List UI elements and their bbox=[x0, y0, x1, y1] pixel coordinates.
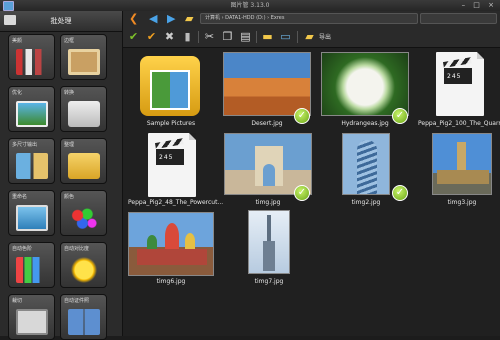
tile-crop[interactable]: 裁切 bbox=[8, 294, 55, 340]
tile-id-photo[interactable]: 自动证件照 bbox=[60, 294, 107, 340]
file-name: timg.jpg bbox=[255, 199, 281, 206]
desert-thumbnail bbox=[223, 52, 311, 116]
sidebar-title: 批处理 bbox=[50, 17, 72, 25]
video-file-icon: 245 bbox=[148, 133, 196, 197]
id-photo-icon bbox=[68, 309, 100, 335]
color-balls-icon bbox=[68, 205, 100, 231]
file-item[interactable] bbox=[248, 210, 290, 274]
app-icon bbox=[3, 1, 14, 11]
back-arrow-icon[interactable]: ❮ bbox=[129, 13, 138, 24]
tile-label: 多尺寸输出 bbox=[12, 142, 38, 148]
tile-color[interactable]: 颜色 bbox=[60, 190, 107, 236]
folder-icon bbox=[68, 153, 100, 179]
file-name: Peppa_Pig2_100_The_Quarrel... bbox=[418, 120, 500, 127]
tile-auto-contrast[interactable]: 自动对比度 bbox=[60, 242, 107, 288]
file-name: Sample Pictures bbox=[146, 120, 196, 127]
tile-label: 优化 bbox=[12, 90, 23, 96]
levels-chart-icon bbox=[16, 257, 48, 283]
tile-label: 裁切 bbox=[12, 298, 23, 304]
path-text: 计算机 › DATA1-HDD (D:) › Exres bbox=[205, 15, 285, 21]
convert-icon bbox=[68, 101, 100, 127]
multi-size-icon bbox=[16, 153, 48, 179]
search-input[interactable] bbox=[420, 13, 497, 24]
tile-label: 自动证件照 bbox=[64, 298, 90, 304]
file-name: timg7.jpg bbox=[254, 278, 284, 285]
file-item[interactable] bbox=[432, 133, 492, 195]
file-item[interactable] bbox=[342, 133, 390, 195]
window-controls[interactable]: – □ × bbox=[462, 0, 497, 11]
tile-convert[interactable]: 转换 bbox=[60, 86, 107, 132]
file-name: Hydrangeas.jpg bbox=[341, 120, 389, 127]
tools-icon[interactable]: ✖ bbox=[163, 30, 176, 43]
file-item[interactable] bbox=[223, 52, 311, 116]
tile-auto-levels[interactable]: 自动色阶 bbox=[8, 242, 55, 288]
new-folder-icon[interactable]: ▬ bbox=[261, 30, 274, 43]
file-name: Desert.jpg bbox=[251, 120, 283, 127]
export-label[interactable]: 导出 bbox=[319, 32, 331, 41]
tile-label: 边框 bbox=[64, 38, 75, 44]
burj-khalifa-thumbnail bbox=[248, 210, 290, 274]
file-name: timg2.jpg bbox=[351, 199, 381, 206]
sun-icon bbox=[68, 257, 100, 283]
sidebar: 批处理 美颜 边框 优化 转换 多尺寸输出 整理 重命名 颜色 自动色阶 自动对… bbox=[0, 11, 123, 340]
window-title: 图片管 3.13.0 bbox=[230, 2, 270, 9]
toolbar-divider bbox=[297, 31, 298, 43]
tile-label: 颜色 bbox=[64, 194, 75, 200]
clapperboard-icon: 245 bbox=[442, 57, 472, 84]
toolbar: ✔ ✔ ✖ ▮ ✂ ❐ ▤ ▬ ▭ ▰ 导出 bbox=[123, 27, 500, 48]
gherkin-tower-thumbnail bbox=[342, 133, 390, 195]
big-ben-thumbnail bbox=[432, 133, 492, 195]
st-basils-thumbnail bbox=[128, 212, 214, 276]
tile-multisize[interactable]: 多尺寸输出 bbox=[8, 138, 55, 184]
folder-up-icon[interactable]: ▰ bbox=[185, 13, 193, 24]
file-name: Peppa_Pig2_48_The_Powercut... bbox=[128, 199, 224, 206]
file-item[interactable]: 245 bbox=[148, 133, 204, 197]
sidebar-header[interactable]: 批处理 bbox=[0, 11, 122, 32]
frame-icon bbox=[68, 49, 100, 75]
photo-optimize-icon bbox=[16, 101, 48, 127]
file-item[interactable] bbox=[138, 54, 202, 118]
tile-label: 转换 bbox=[64, 90, 75, 96]
batch-icon bbox=[4, 15, 16, 25]
tile-rename[interactable]: 重命名 bbox=[8, 190, 55, 236]
toolbar-divider bbox=[256, 31, 257, 43]
crop-icon bbox=[16, 309, 48, 335]
file-name: timg6.jpg bbox=[156, 278, 186, 285]
file-item[interactable] bbox=[128, 212, 214, 276]
clapperboard-icon: 245 bbox=[154, 138, 184, 165]
tile-optimize[interactable]: 优化 bbox=[8, 86, 55, 132]
file-item[interactable] bbox=[321, 52, 409, 116]
video-file-icon: 245 bbox=[436, 52, 484, 116]
folder-photos bbox=[150, 70, 190, 110]
rename-tool-icon[interactable]: ▭ bbox=[279, 30, 292, 43]
toolbar-divider bbox=[198, 31, 199, 43]
copy-icon[interactable]: ❐ bbox=[221, 30, 234, 43]
title-bar: 图片管 3.13.0 – □ × bbox=[0, 0, 500, 11]
tile-label: 整理 bbox=[64, 142, 75, 148]
tile-frame[interactable]: 边框 bbox=[60, 34, 107, 80]
paste-icon[interactable]: ▤ bbox=[239, 30, 252, 43]
rename-icon bbox=[16, 205, 48, 231]
tile-organize[interactable]: 整理 bbox=[60, 138, 107, 184]
export-icon[interactable]: ▰ bbox=[303, 30, 316, 43]
file-item[interactable]: 245 bbox=[432, 52, 488, 116]
file-name: timg3.jpg bbox=[447, 199, 477, 206]
tile-label: 自动对比度 bbox=[64, 246, 90, 252]
delete-icon[interactable]: ▮ bbox=[181, 30, 194, 43]
check-all-icon[interactable]: ✔ bbox=[127, 30, 140, 43]
back-icon[interactable]: ◀ bbox=[149, 13, 157, 24]
cosmetics-icon bbox=[16, 49, 48, 75]
tile-label: 自动色阶 bbox=[12, 246, 33, 252]
cut-icon[interactable]: ✂ bbox=[203, 30, 216, 43]
check-orange-icon[interactable]: ✔ bbox=[145, 30, 158, 43]
forward-icon[interactable]: ▶ bbox=[167, 13, 175, 24]
tile-label: 重命名 bbox=[12, 194, 28, 200]
tile-beauty[interactable]: 美颜 bbox=[8, 34, 55, 80]
path-field[interactable]: 计算机 › DATA1-HDD (D:) › Exres bbox=[200, 13, 418, 24]
hydrangeas-thumbnail bbox=[321, 52, 409, 116]
tile-label: 美颜 bbox=[12, 38, 23, 44]
